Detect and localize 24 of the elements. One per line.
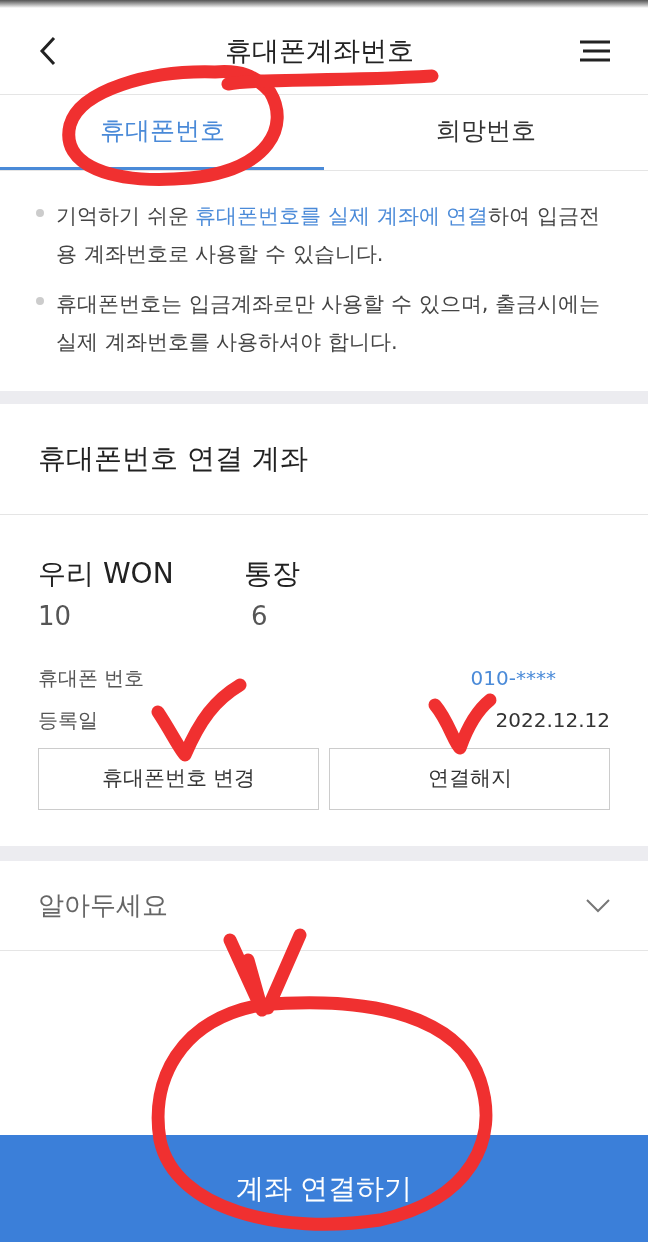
menu-icon[interactable] xyxy=(580,40,610,62)
info-text: 기억하기 쉬운 휴대폰번호를 실제 계좌에 연결하여 입금전용 계좌번호로 사용할 수 있습니다. xyxy=(56,203,602,268)
connect-account-button[interactable]: 계좌 연결하기 xyxy=(0,1135,648,1242)
detail-label: 등록일 xyxy=(38,707,98,734)
detail-value: 010-**** xyxy=(470,665,556,692)
info-text: 휴대폰번호는 입금계좌로만 사용할 수 있으며, 출금시에는 실제 계좌번호를 사용하셔야 합니다. xyxy=(56,291,602,356)
action-button[interactable]: 휴대폰번호 변경 xyxy=(38,748,319,810)
back-icon[interactable] xyxy=(38,36,58,66)
detail-value: 2022.12.12 xyxy=(495,707,610,734)
action-button[interactable]: 연결해지 xyxy=(329,748,610,810)
chevron-icon xyxy=(586,898,610,913)
account-number: 6 xyxy=(251,600,268,633)
check-annotation xyxy=(428,693,497,755)
section-title: 휴대폰번호 연결 계좌 xyxy=(38,441,308,477)
account-name: 우리 WON xyxy=(38,556,174,592)
account-name: 통장 xyxy=(243,556,300,592)
tab[interactable]: 휴대폰번호 xyxy=(0,95,324,170)
page-title: 휴대폰계좌번호 xyxy=(224,33,414,68)
tab[interactable]: 희망번호 xyxy=(324,95,648,170)
notice-toggle[interactable]: 알아두세요 xyxy=(0,861,648,951)
bullet-icon xyxy=(36,209,44,217)
bullet-icon xyxy=(36,297,44,305)
detail-label: 휴대폰 번호 xyxy=(38,665,145,692)
account-number: 10 xyxy=(38,600,72,633)
